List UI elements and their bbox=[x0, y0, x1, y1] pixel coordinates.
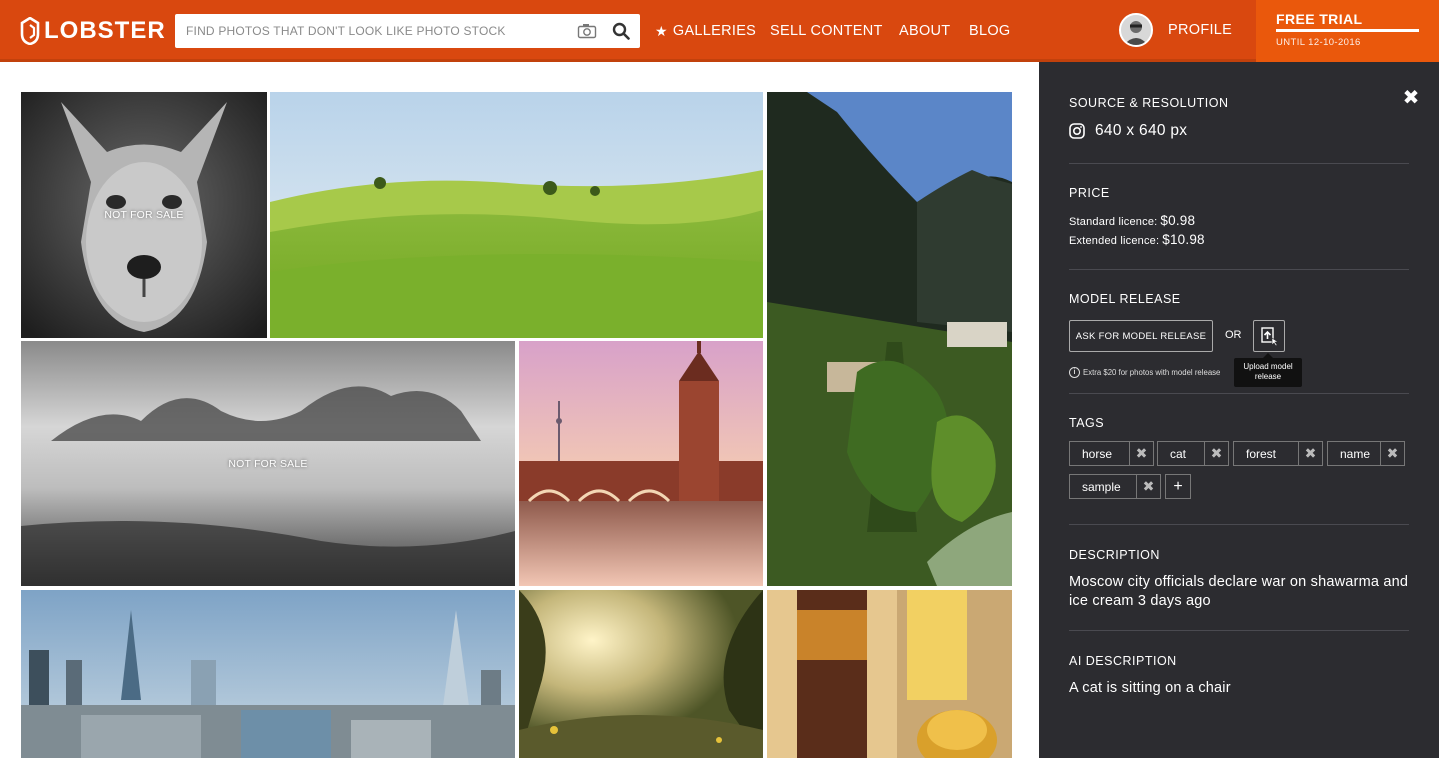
top-header: LOBSTER ★ GALLERIES SELL CONTENT ABOUT B… bbox=[0, 0, 1439, 62]
price-title: PRICE bbox=[1069, 186, 1110, 200]
city-photo bbox=[21, 590, 515, 758]
model-release-title: MODEL RELEASE bbox=[1069, 292, 1181, 306]
extended-price: Extended licence: $10.98 bbox=[1069, 232, 1205, 247]
profile-label: PROFILE bbox=[1168, 22, 1233, 38]
nav-sell-content[interactable]: SELL CONTENT bbox=[770, 0, 883, 62]
free-trial-badge[interactable]: FREE TRIAL UNTIL 12-10-2016 bbox=[1256, 0, 1439, 62]
tag-label: horse bbox=[1082, 446, 1113, 461]
hills-photo bbox=[270, 92, 763, 338]
trial-progress-bar bbox=[1276, 29, 1419, 32]
divider bbox=[1069, 269, 1409, 270]
tags-title: TAGS bbox=[1069, 416, 1105, 430]
model-release-note: i Extra $20 for photos with model releas… bbox=[1069, 367, 1220, 378]
close-icon[interactable]: ✖ bbox=[1400, 86, 1422, 109]
tag-label: name bbox=[1340, 446, 1371, 461]
ask-model-release-button[interactable]: ASK FOR MODEL RELEASE bbox=[1069, 320, 1213, 352]
valley-photo bbox=[767, 92, 1012, 586]
forest-photo bbox=[519, 590, 763, 758]
or-label: OR bbox=[1225, 329, 1242, 341]
extended-price-value: $10.98 bbox=[1162, 232, 1205, 247]
remove-tag-icon[interactable]: ✖ bbox=[1129, 442, 1153, 465]
tag-chip: forest ✖ bbox=[1233, 441, 1323, 466]
photo-gallery: NOT FOR SALE NOT FOR SALE bbox=[0, 62, 1039, 758]
model-release-note-text: Extra $20 for photos with model release bbox=[1083, 368, 1221, 377]
description-title: DESCRIPTION bbox=[1069, 548, 1160, 562]
divider bbox=[1069, 524, 1409, 525]
logo-text: LOBSTER bbox=[44, 17, 166, 44]
star-icon: ★ bbox=[655, 22, 668, 39]
standard-price-value: $0.98 bbox=[1160, 213, 1196, 228]
search-bar bbox=[175, 14, 640, 48]
remove-tag-icon[interactable]: ✖ bbox=[1204, 442, 1228, 465]
camera-icon[interactable] bbox=[574, 18, 600, 44]
nav-about[interactable]: ABOUT bbox=[899, 0, 950, 62]
photo-tile-bridge[interactable] bbox=[519, 341, 763, 586]
divider bbox=[1069, 393, 1409, 394]
divider bbox=[1069, 163, 1409, 164]
avatar bbox=[1119, 13, 1153, 47]
photo-tile-valley[interactable] bbox=[767, 92, 1012, 586]
photo-tile-city[interactable] bbox=[21, 590, 515, 758]
tag-chip: name ✖ bbox=[1327, 441, 1405, 466]
nav-galleries[interactable]: ★ GALLERIES bbox=[655, 0, 756, 62]
photo-tile-hills[interactable] bbox=[270, 92, 763, 338]
ai-description-text: A cat is sitting on a chair bbox=[1069, 680, 1231, 696]
upload-icon bbox=[1261, 327, 1278, 346]
remove-tag-icon[interactable]: ✖ bbox=[1380, 442, 1404, 465]
trial-title: FREE TRIAL bbox=[1276, 11, 1363, 27]
standard-price-label: Standard licence: bbox=[1069, 216, 1158, 228]
photo-details-panel: ✖ SOURCE & RESOLUTION 640 x 640 px PRICE… bbox=[1039, 62, 1439, 758]
photo-tile-forest[interactable] bbox=[519, 590, 763, 758]
add-tag-button[interactable]: + bbox=[1165, 474, 1191, 499]
nav-blog[interactable]: BLOG bbox=[969, 0, 1011, 62]
photo-tile-honey[interactable] bbox=[767, 590, 1012, 758]
photo-tile-dog[interactable]: NOT FOR SALE bbox=[21, 92, 267, 338]
logo[interactable]: LOBSTER bbox=[20, 14, 166, 48]
ai-description-title: AI DESCRIPTION bbox=[1069, 654, 1177, 668]
source-title: SOURCE & RESOLUTION bbox=[1069, 96, 1229, 110]
search-input[interactable] bbox=[175, 14, 574, 48]
not-for-sale-label: NOT FOR SALE bbox=[228, 457, 308, 470]
divider bbox=[1069, 630, 1409, 631]
remove-tag-icon[interactable]: ✖ bbox=[1136, 475, 1160, 498]
photo-tile-mist[interactable]: NOT FOR SALE bbox=[21, 341, 515, 586]
profile-link[interactable]: PROFILE bbox=[1119, 13, 1232, 47]
info-icon: i bbox=[1069, 367, 1080, 378]
lobster-logo-icon bbox=[20, 17, 40, 45]
tag-chip: sample ✖ bbox=[1069, 474, 1161, 499]
not-for-sale-label: NOT FOR SALE bbox=[104, 209, 184, 221]
tag-label: sample bbox=[1082, 479, 1121, 494]
nav-galleries-label: GALLERIES bbox=[672, 23, 757, 39]
upload-tooltip: Upload model release bbox=[1234, 353, 1302, 387]
description-text: Moscow city officials declare war on sha… bbox=[1069, 574, 1409, 609]
tag-label: forest bbox=[1246, 446, 1277, 461]
upload-model-release-button[interactable] bbox=[1253, 320, 1285, 352]
search-icon[interactable] bbox=[604, 14, 638, 48]
bridge-photo bbox=[519, 341, 763, 586]
resolution-value: 640 x 640 px bbox=[1095, 122, 1188, 139]
honey-photo bbox=[767, 590, 1012, 758]
tag-chip: horse ✖ bbox=[1069, 441, 1154, 466]
tag-label: cat bbox=[1170, 446, 1187, 461]
standard-price: Standard licence: $0.98 bbox=[1069, 213, 1195, 228]
tag-chip: cat ✖ bbox=[1157, 441, 1229, 466]
trial-until: UNTIL 12-10-2016 bbox=[1276, 37, 1361, 48]
remove-tag-icon[interactable]: ✖ bbox=[1298, 442, 1322, 465]
resolution: 640 x 640 px bbox=[1069, 122, 1187, 140]
instagram-icon bbox=[1069, 123, 1085, 139]
extended-price-label: Extended licence: bbox=[1069, 235, 1160, 247]
